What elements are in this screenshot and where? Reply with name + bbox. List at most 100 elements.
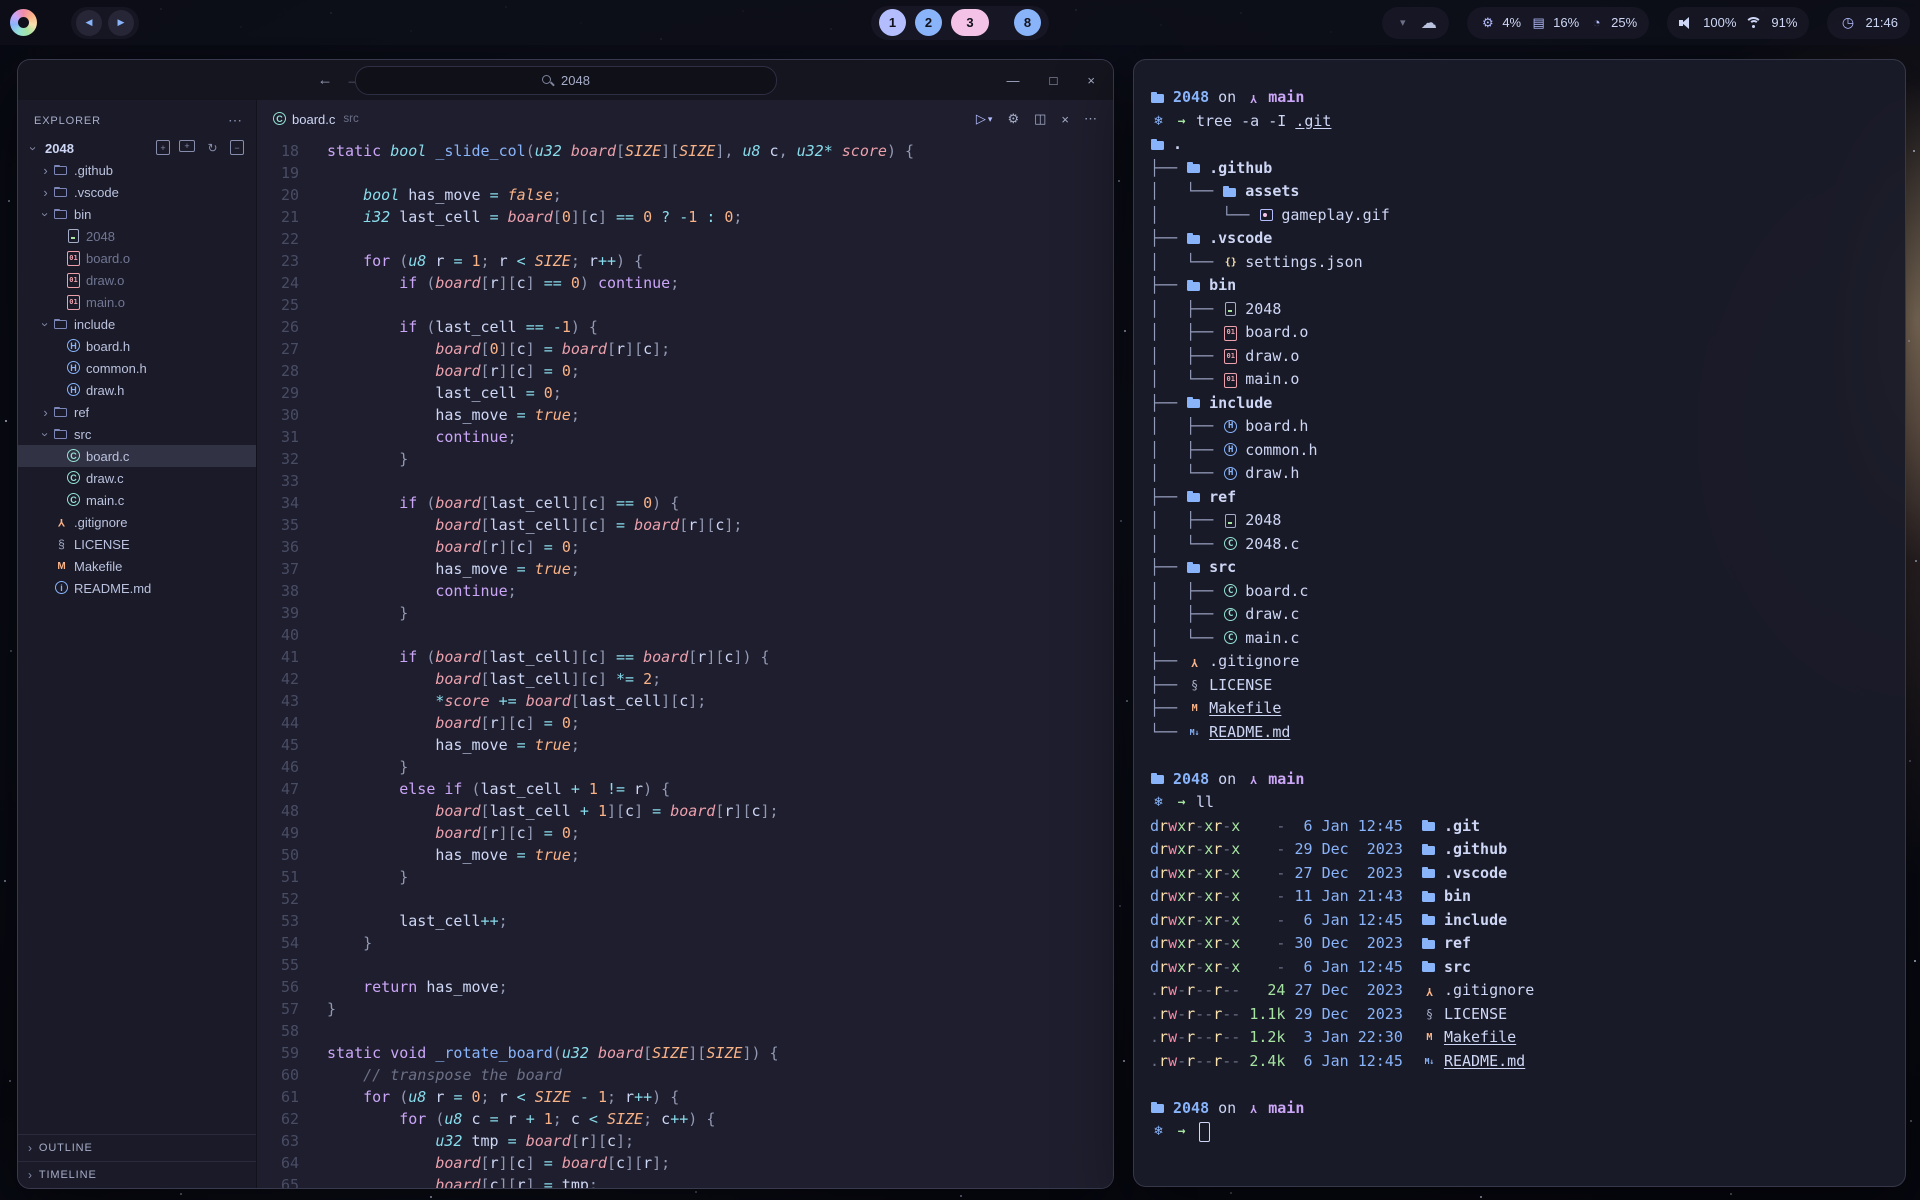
explorer-item-2048[interactable]: 2048	[18, 225, 256, 247]
code-line[interactable]: 56 return has_move;	[257, 976, 1113, 998]
code-line[interactable]: 65 board[c][r] = tmp;	[257, 1174, 1113, 1188]
stat-memory[interactable]: ▤16%	[1530, 15, 1579, 31]
workspace-1[interactable]: 1	[879, 9, 906, 36]
code-line[interactable]: 33	[257, 470, 1113, 492]
close-editor-icon[interactable]: ×	[1061, 112, 1069, 127]
code-line[interactable]: 25	[257, 294, 1113, 316]
code-line[interactable]: 41 if (board[last_cell][c] == board[r][c…	[257, 646, 1113, 668]
split-editor-icon[interactable]: ◫	[1034, 111, 1046, 127]
distro-logo-icon[interactable]	[10, 9, 37, 36]
weather-widget[interactable]: ▾ ☁	[1382, 7, 1449, 39]
stat-cpu[interactable]: ⚙4%	[1479, 15, 1521, 31]
code-line[interactable]: 37 has_move = true;	[257, 558, 1113, 580]
volume-network-widget[interactable]: 100% 91%	[1667, 7, 1809, 39]
code-line[interactable]: 19	[257, 162, 1113, 184]
code-line[interactable]: 27 board[0][c] = board[r][c];	[257, 338, 1113, 360]
code-line[interactable]: 61 for (u8 r = 0; r < SIZE - 1; r++) {	[257, 1086, 1113, 1108]
terminal-window[interactable]: 2048 on Ymain❄→tree -a -I .git.├── .gith…	[1133, 59, 1906, 1187]
explorer-item-draw.c[interactable]: Cdraw.c	[18, 467, 256, 489]
terminal-cursor[interactable]	[1199, 1122, 1210, 1142]
code-line[interactable]: 26 if (last_cell == -1) {	[257, 316, 1113, 338]
media-prev-button[interactable]: ◀	[76, 10, 102, 36]
code-line[interactable]: 23 for (u8 r = 1; r < SIZE; r++) {	[257, 250, 1113, 272]
explorer-item-draw.h[interactable]: Hdraw.h	[18, 379, 256, 401]
code-line[interactable]: 29 last_cell = 0;	[257, 382, 1113, 404]
code-line[interactable]: 42 board[last_cell][c] *= 2;	[257, 668, 1113, 690]
code-line[interactable]: 64 board[r][c] = board[c][r];	[257, 1152, 1113, 1174]
minimize-button[interactable]: —	[1007, 73, 1020, 88]
code-line[interactable]: 20 bool has_move = false;	[257, 184, 1113, 206]
refresh-button[interactable]: ↻	[204, 140, 221, 156]
outline-section[interactable]: › OUTLINE	[18, 1134, 256, 1161]
code-line[interactable]: 39 }	[257, 602, 1113, 624]
code-line[interactable]: 38 continue;	[257, 580, 1113, 602]
code-line[interactable]: 31 continue;	[257, 426, 1113, 448]
code-line[interactable]: 18static bool _slide_col(u32 board[SIZE]…	[257, 140, 1113, 162]
code-line[interactable]: 52	[257, 888, 1113, 910]
code-line[interactable]: 34 if (board[last_cell][c] == 0) {	[257, 492, 1113, 514]
code-line[interactable]: 36 board[r][c] = 0;	[257, 536, 1113, 558]
code-line[interactable]: 47 else if (last_cell + 1 != r) {	[257, 778, 1113, 800]
explorer-item-Makefile[interactable]: MMakefile	[18, 555, 256, 577]
code-line[interactable]: 44 board[r][c] = 0;	[257, 712, 1113, 734]
explorer-item-bin[interactable]: ›bin	[18, 203, 256, 225]
code-line[interactable]: 51 }	[257, 866, 1113, 888]
explorer-item-README.md[interactable]: iREADME.md	[18, 577, 256, 599]
explorer-item-include[interactable]: ›include	[18, 313, 256, 335]
code-line[interactable]: 22	[257, 228, 1113, 250]
new-file-button[interactable]: +	[156, 140, 170, 155]
code-line[interactable]: 48 board[last_cell + 1][c] = board[r][c]…	[257, 800, 1113, 822]
code-line[interactable]: 62 for (u8 c = r + 1; c < SIZE; c++) {	[257, 1108, 1113, 1130]
collapse-all-button[interactable]: −	[230, 140, 244, 155]
stat-disk[interactable]: ◔25%	[1588, 15, 1637, 31]
back-icon[interactable]: ←	[318, 72, 333, 89]
workspace-3[interactable]: 3	[951, 9, 989, 36]
explorer-item-main.c[interactable]: Cmain.c	[18, 489, 256, 511]
more-actions-icon[interactable]: ⋯	[1084, 111, 1097, 127]
code-line[interactable]: 21 i32 last_cell = board[0][c] == 0 ? -1…	[257, 206, 1113, 228]
explorer-item-main.o[interactable]: 01main.o	[18, 291, 256, 313]
explorer-item-src[interactable]: ›src	[18, 423, 256, 445]
code-line[interactable]: 60 // transpose the board	[257, 1064, 1113, 1086]
close-button[interactable]: ×	[1087, 73, 1095, 88]
explorer-item-board.o[interactable]: 01board.o	[18, 247, 256, 269]
code-line[interactable]: 40	[257, 624, 1113, 646]
code-line[interactable]: 58	[257, 1020, 1113, 1042]
explorer-item-2048[interactable]: ›2048++↻−	[18, 137, 256, 159]
code-line[interactable]: 53 last_cell++;	[257, 910, 1113, 932]
code-line[interactable]: 32 }	[257, 448, 1113, 470]
new-folder-button[interactable]: +	[179, 140, 195, 152]
code-line[interactable]: 54 }	[257, 932, 1113, 954]
explorer-item-common.h[interactable]: Hcommon.h	[18, 357, 256, 379]
maximize-button[interactable]: □	[1050, 73, 1058, 88]
code-line[interactable]: 45 has_move = true;	[257, 734, 1113, 756]
explorer-item-.vscode[interactable]: ›.vscode	[18, 181, 256, 203]
code-line[interactable]: 30 has_move = true;	[257, 404, 1113, 426]
run-button[interactable]: ▷ ▾	[976, 111, 993, 127]
clock-widget[interactable]: ◷ 21:46	[1827, 7, 1910, 39]
timeline-section[interactable]: › TIMELINE	[18, 1161, 256, 1188]
explorer-item-board.h[interactable]: Hboard.h	[18, 335, 256, 357]
code-line[interactable]: 24 if (board[r][c] == 0) continue;	[257, 272, 1113, 294]
explorer-item-ref[interactable]: ›ref	[18, 401, 256, 423]
workspace-2[interactable]: 2	[915, 9, 942, 36]
explorer-item-draw.o[interactable]: 01draw.o	[18, 269, 256, 291]
code-line[interactable]: 46 }	[257, 756, 1113, 778]
media-next-button[interactable]: ▶	[108, 10, 134, 36]
code-line[interactable]: 63 u32 tmp = board[r][c];	[257, 1130, 1113, 1152]
tab-board-c[interactable]: C board.c src	[271, 111, 359, 127]
code-line[interactable]: 50 has_move = true;	[257, 844, 1113, 866]
explorer-item-LICENSE[interactable]: §LICENSE	[18, 533, 256, 555]
explorer-item-.gitignore[interactable]: Y.gitignore	[18, 511, 256, 533]
code-line[interactable]: 28 board[r][c] = 0;	[257, 360, 1113, 382]
settings-gear-icon[interactable]: ⚙	[1007, 111, 1019, 127]
explorer-more-icon[interactable]: ⋯	[228, 112, 242, 129]
code-area[interactable]: 18static bool _slide_col(u32 board[SIZE]…	[257, 138, 1113, 1188]
editor-titlebar[interactable]: ← → 2048 — □ ×	[18, 60, 1113, 100]
code-line[interactable]: 43 *score += board[last_cell][c];	[257, 690, 1113, 712]
code-line[interactable]: 57}	[257, 998, 1113, 1020]
explorer-item-.github[interactable]: ›.github	[18, 159, 256, 181]
code-line[interactable]: 49 board[r][c] = 0;	[257, 822, 1113, 844]
code-line[interactable]: 59static void _rotate_board(u32 board[SI…	[257, 1042, 1113, 1064]
command-center-search[interactable]: 2048	[355, 66, 777, 95]
